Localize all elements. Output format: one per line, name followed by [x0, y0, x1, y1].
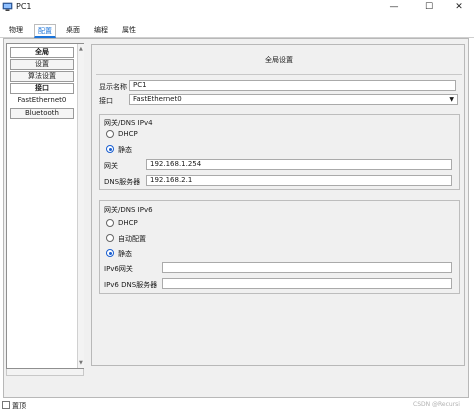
always-on-top-checkbox[interactable] — [2, 401, 10, 409]
section-title: 全局设置 — [265, 56, 293, 64]
sidebar-item-fastethernet0[interactable]: FastEthernet0 — [10, 96, 74, 107]
sidebar-item-bluetooth[interactable]: Bluetooth — [10, 108, 74, 119]
sidebar-item-settings[interactable]: 设置 — [10, 59, 74, 70]
display-name-input[interactable]: PC1 — [129, 80, 456, 91]
ipv6-dns-label: IPv6 DNS服务器 — [104, 281, 158, 289]
scroll-down-icon[interactable]: ▼ — [79, 360, 83, 366]
pc-app-icon — [2, 2, 13, 11]
tab-attributes[interactable]: 属性 — [119, 24, 139, 38]
title-divider — [96, 74, 462, 75]
ipv4-gateway-input[interactable]: 192.168.1.254 — [146, 159, 452, 170]
ipv6-gateway-label: IPv6网关 — [104, 265, 133, 273]
ipv6-group-title: 网关/DNS IPv6 — [104, 206, 153, 214]
ipv4-dns-input[interactable]: 192.168.2.1 — [146, 175, 452, 186]
ipv6-static-radio[interactable] — [106, 249, 114, 257]
ipv6-static-label: 静态 — [118, 250, 132, 258]
title-bar: PC1 — ☐ ✕ — [0, 0, 474, 15]
minimize-button[interactable]: — — [381, 0, 407, 14]
ipv4-dns-label: DNS服务器 — [104, 178, 141, 186]
global-settings-panel: 全局设置 显示名称 PC1 接口 FastEthernet0 ▼ 网关/DNS … — [91, 44, 465, 366]
interface-select-value: FastEthernet0 — [133, 95, 182, 103]
ipv6-gateway-input[interactable] — [162, 262, 452, 273]
sidebar: 全局 设置 算法设置 接口 FastEthernet0 Bluetooth ▲ … — [6, 43, 84, 369]
chevron-down-icon: ▼ — [449, 96, 454, 103]
sidebar-header-global: 全局 — [10, 47, 74, 58]
sidebar-scrollbar[interactable]: ▲ ▼ — [77, 44, 84, 368]
tab-desktop[interactable]: 桌面 — [63, 24, 83, 38]
window-title: PC1 — [16, 2, 32, 11]
sidebar-header-interface: 接口 — [10, 83, 74, 94]
tab-physical[interactable]: 物理 — [6, 24, 26, 38]
tab-programming[interactable]: 编程 — [91, 24, 111, 38]
tab-config[interactable]: 配置 — [34, 24, 56, 38]
sidebar-horizontal-scrollbar[interactable] — [6, 369, 84, 376]
ipv6-auto-config-radio[interactable] — [106, 234, 114, 242]
ipv6-dns-input[interactable] — [162, 278, 452, 289]
display-name-label: 显示名称 — [99, 83, 127, 91]
maximize-button[interactable]: ☐ — [416, 0, 442, 14]
ipv4-group-title: 网关/DNS IPv4 — [104, 119, 153, 127]
scroll-up-icon[interactable]: ▲ — [79, 46, 83, 52]
ipv4-group: 网关/DNS IPv4 DHCP 静态 网关 192.168.1.254 DNS… — [99, 114, 460, 190]
ipv6-dhcp-label: DHCP — [118, 219, 138, 227]
watermark: CSDN @Recursi — [413, 401, 460, 408]
ipv4-static-radio[interactable] — [106, 145, 114, 153]
ipv4-dhcp-label: DHCP — [118, 130, 138, 138]
ipv4-gateway-label: 网关 — [104, 162, 118, 170]
ipv6-group: 网关/DNS IPv6 DHCP 自动配置 静态 IPv6网关 IPv6 DNS… — [99, 200, 460, 294]
tab-bar: 物理 配置 桌面 编程 属性 — [0, 16, 474, 38]
sidebar-item-algorithm-settings[interactable]: 算法设置 — [10, 71, 74, 82]
ipv4-dhcp-radio[interactable] — [106, 130, 114, 138]
ipv6-auto-config-label: 自动配置 — [118, 235, 146, 243]
close-button[interactable]: ✕ — [446, 0, 472, 14]
interface-select[interactable]: FastEthernet0 ▼ — [129, 94, 458, 105]
interface-label: 接口 — [99, 97, 113, 105]
ipv6-dhcp-radio[interactable] — [106, 219, 114, 227]
ipv4-static-label: 静态 — [118, 146, 132, 154]
always-on-top-label: 置顶 — [12, 402, 26, 410]
